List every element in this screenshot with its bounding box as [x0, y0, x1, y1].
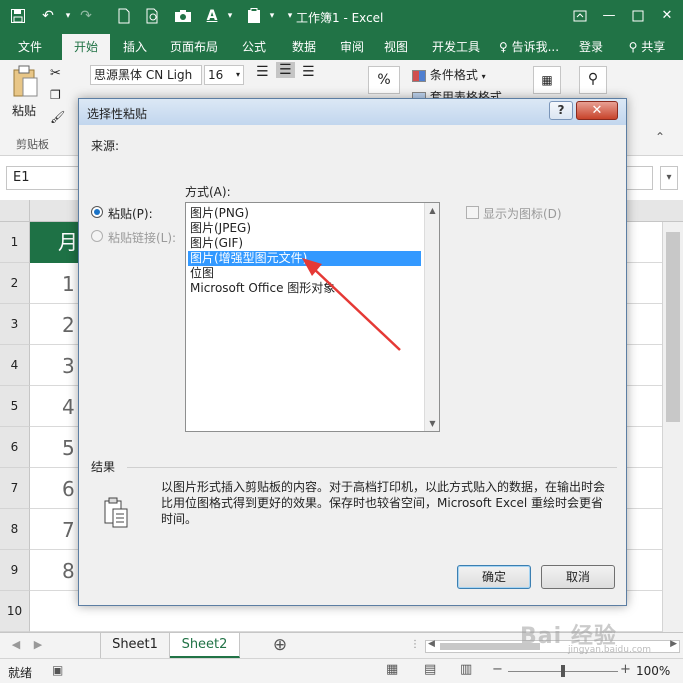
watermark-url: jingyan.baidu.com: [568, 645, 652, 655]
annotation-arrow: [302, 258, 401, 351]
arrow-shaft: [312, 267, 401, 351]
